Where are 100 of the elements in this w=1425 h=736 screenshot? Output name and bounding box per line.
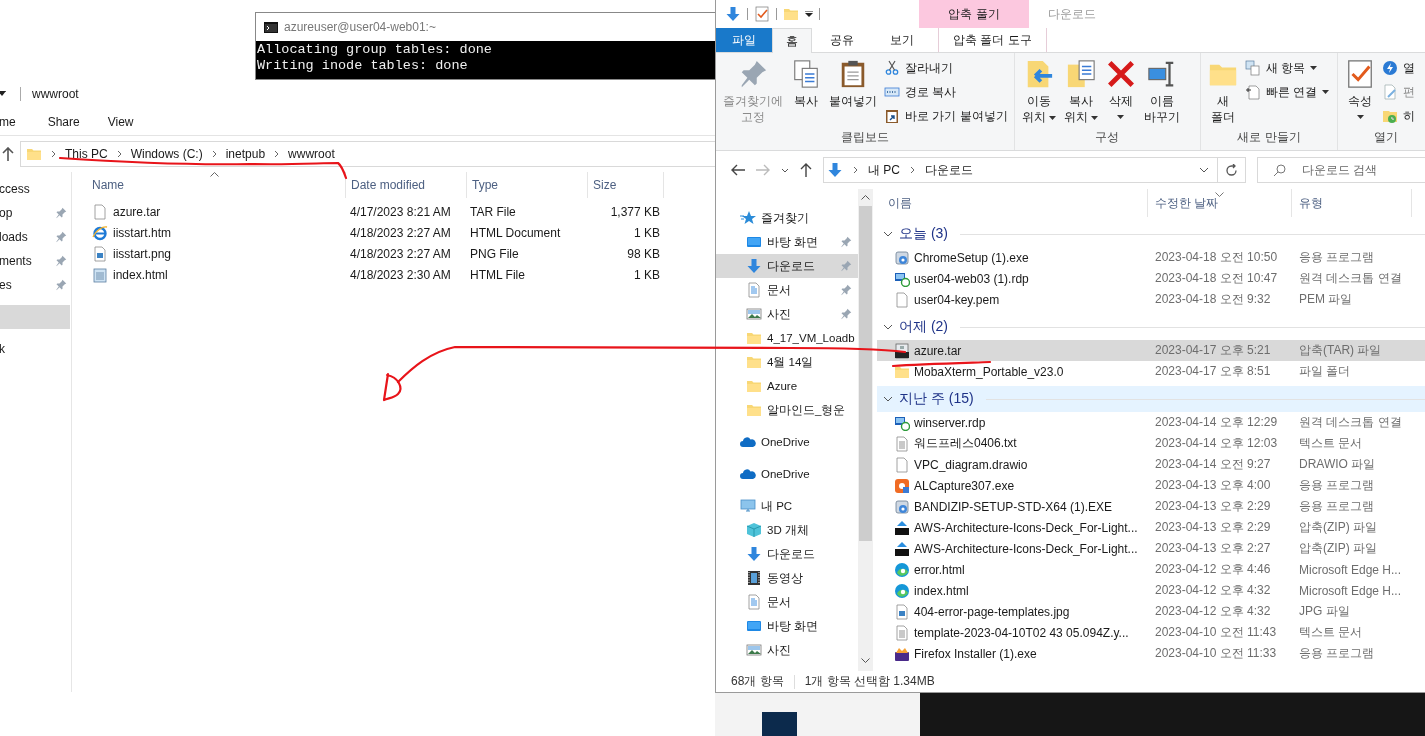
ribbon-tab[interactable]: Share: [47, 114, 80, 129]
nav-item[interactable]: ments: [0, 249, 71, 273]
ribbon-tab[interactable]: View: [107, 114, 134, 129]
group-header[interactable]: 오늘 (3): [877, 221, 1425, 247]
breadcrumb-item[interactable]: Windows (C:): [130, 147, 203, 161]
nav-item[interactable]: Azure: [716, 374, 858, 398]
file-row[interactable]: error.html 2023-04-12 오후 4:46 Microsoft Edge H...: [877, 559, 1425, 580]
file-row[interactable]: azure.tar 2023-04-17 오후 5:21 압축(TAR) 파일: [877, 340, 1425, 361]
column-header[interactable]: Size: [588, 172, 664, 198]
nav-item[interactable]: 문서: [716, 590, 858, 614]
ribbon-button[interactable]: 삭제: [1102, 57, 1139, 127]
file-row[interactable]: user04-key.pem 2023-04-18 오전 9:32 PEM 파일: [877, 289, 1425, 310]
file-row[interactable]: index.html 2023-04-12 오후 4:32 Microsoft Edge H...: [877, 580, 1425, 601]
nav-item[interactable]: 다운로드: [716, 254, 858, 278]
column-header[interactable]: 수정한 날짜: [1148, 189, 1292, 217]
refresh-button[interactable]: [1218, 157, 1246, 183]
ribbon-button[interactable]: 이름 바꾸기: [1140, 57, 1183, 127]
properties-icon[interactable]: [754, 6, 770, 22]
group-header[interactable]: 지난 주 (15): [877, 386, 1425, 412]
back-arrow-icon[interactable]: [731, 164, 745, 176]
ribbon-button[interactable]: 빠른 연결: [1242, 81, 1332, 103]
caret-icon[interactable]: [805, 11, 813, 17]
breadcrumb-item[interactable]: wwwroot: [288, 147, 335, 161]
ribbon-button[interactable]: 새 폴더: [1204, 57, 1241, 127]
file-row[interactable]: 404-error-page-templates.jpg 2023-04-12 오후 4:32 JPG 파일: [877, 601, 1425, 622]
breadcrumb-item[interactable]: inetpub: [225, 147, 266, 161]
column-header[interactable]: Type: [467, 172, 588, 198]
column-header[interactable]: Name: [87, 172, 346, 198]
column-header[interactable]: Date modified: [346, 172, 467, 198]
file-row[interactable]: MobaXterm_Portable_v23.0 2023-04-17 오후 8:51 파일 폴더: [877, 361, 1425, 382]
group-header[interactable]: 어제 (2): [877, 314, 1425, 340]
ribbon-button[interactable]: 속성: [1342, 57, 1379, 127]
ribbon-button[interactable]: 히: [1380, 105, 1418, 127]
ribbon-button[interactable]: 이동 위치: [1018, 57, 1059, 127]
nav-item[interactable]: 3D 개체: [716, 518, 858, 542]
nav-item[interactable]: op: [0, 201, 71, 225]
ribbon-tab[interactable]: 공유: [812, 28, 872, 52]
ribbon-tab[interactable]: 파일: [716, 28, 772, 52]
nav-item[interactable]: 4_17_VM_Loadb: [716, 326, 858, 350]
ribbon-button[interactable]: 붙여넣기: [826, 57, 880, 127]
file-row[interactable]: winserver.rdp 2023-04-14 오후 12:29 원격 데스크톱 연결: [877, 412, 1425, 433]
file-row[interactable]: template-2023-04-10T02 43 05.094Z.y... 2023-04-10 오전 11:43 텍스트 문서: [877, 622, 1425, 643]
nav-item[interactable]: 알마인드_형운: [716, 398, 858, 422]
ribbon-tab[interactable]: 홈: [772, 28, 812, 53]
file-name[interactable]: index.html: [113, 267, 168, 282]
nav-item[interactable]: 문서: [716, 278, 858, 302]
file-row[interactable]: BANDIZIP-SETUP-STD-X64 (1).EXE 2023-04-13 오후 2:29 응용 프로그램: [877, 496, 1425, 517]
search-field[interactable]: 다운로드 검색: [1257, 157, 1425, 183]
caret-icon[interactable]: [0, 91, 6, 97]
file-row[interactable]: ALCapture307.exe 2023-04-13 오후 4:00 응용 프로그램: [877, 475, 1425, 496]
scroll-down-icon[interactable]: [861, 658, 870, 663]
breadcrumb-item[interactable]: 내 PC: [868, 161, 900, 179]
nav-item[interactable]: k: [0, 337, 71, 361]
breadcrumb-item[interactable]: 다운로드: [925, 161, 973, 179]
file-name[interactable]: iisstart.htm: [113, 225, 171, 240]
column-header[interactable]: 이름: [881, 189, 1148, 217]
ribbon-button[interactable]: 복사 위치: [1060, 57, 1101, 127]
ribbon-button[interactable]: 잘라내기: [882, 57, 1010, 79]
breadcrumb-item[interactable]: This PC: [65, 147, 108, 161]
chevron-down-icon[interactable]: [1199, 167, 1209, 173]
file-name[interactable]: iisstart.png: [113, 246, 172, 261]
scrollbar-thumb[interactable]: [859, 206, 872, 541]
ribbon-button[interactable]: 열: [1380, 57, 1418, 79]
up-arrow-icon[interactable]: [800, 163, 812, 177]
nav-item[interactable]: 4월 14일: [716, 350, 858, 374]
nav-item[interactable]: 사진: [716, 638, 858, 662]
nav-item[interactable]: 바탕 화면: [716, 230, 858, 254]
ribbon-button[interactable]: 바로 가기 붙여넣기: [882, 105, 1010, 127]
nav-item[interactable]: ccess: [0, 177, 71, 201]
file-row[interactable]: AWS-Architecture-Icons-Deck_For-Light... 2023-04-13 오후 2:27 압축(ZIP) 파일: [877, 538, 1425, 559]
ribbon-button[interactable]: 새 항목: [1242, 57, 1332, 79]
file-row[interactable]: 워드프레스0406.txt 2023-04-14 오후 12:03 텍스트 문서: [877, 433, 1425, 454]
column-header[interactable]: 유형: [1292, 189, 1412, 217]
chevron-down-icon[interactable]: [781, 167, 789, 173]
up-arrow-icon[interactable]: [2, 147, 14, 161]
nav-item[interactable]: 다운로드: [716, 542, 858, 566]
ribbon-tab[interactable]: 압축 폴더 도구: [938, 28, 1047, 52]
nav-item[interactable]: OneDrive: [716, 462, 858, 486]
nav-item[interactable]: 내 PC: [716, 494, 858, 518]
nav-item[interactable]: es: [0, 273, 71, 297]
nav-item[interactable]: 동영상: [716, 566, 858, 590]
file-row[interactable]: user04-web03 (1).rdp 2023-04-18 오전 10:47 원격 데스크톱 연결: [877, 268, 1425, 289]
file-row[interactable]: Firefox Installer (1).exe 2023-04-10 오전 11:33 응용 프로그램: [877, 643, 1425, 664]
ribbon-tab[interactable]: 보기: [872, 28, 932, 52]
address-bar[interactable]: This PC Windows (C:) inetpub wwwroot: [20, 141, 715, 167]
file-row[interactable]: ChromeSetup (1).exe 2023-04-18 오전 10:50 응용 프로그램: [877, 247, 1425, 268]
ribbon-button[interactable]: 경로 복사: [882, 81, 1010, 103]
ribbon-button[interactable]: 복사: [788, 57, 824, 127]
file-name[interactable]: azure.tar: [113, 204, 161, 219]
scrollbar[interactable]: [858, 189, 873, 671]
nav-item[interactable]: 사진: [716, 302, 858, 326]
nav-item[interactable]: 즐겨찾기: [716, 206, 858, 230]
nav-item[interactable]: loads: [0, 225, 71, 249]
file-row[interactable]: AWS-Architecture-Icons-Deck_For-Light... 2023-04-13 오후 2:29 압축(ZIP) 파일: [877, 517, 1425, 538]
nav-item[interactable]: 바탕 화면: [716, 614, 858, 638]
ribbon-tab[interactable]: me: [0, 114, 16, 129]
address-bar[interactable]: 내 PC 다운로드: [823, 157, 1218, 183]
download-icon[interactable]: [725, 6, 741, 22]
file-row[interactable]: VPC_diagram.drawio 2023-04-14 오전 9:27 DRAWIO 파일: [877, 454, 1425, 475]
nav-item[interactable]: OneDrive: [716, 430, 858, 454]
